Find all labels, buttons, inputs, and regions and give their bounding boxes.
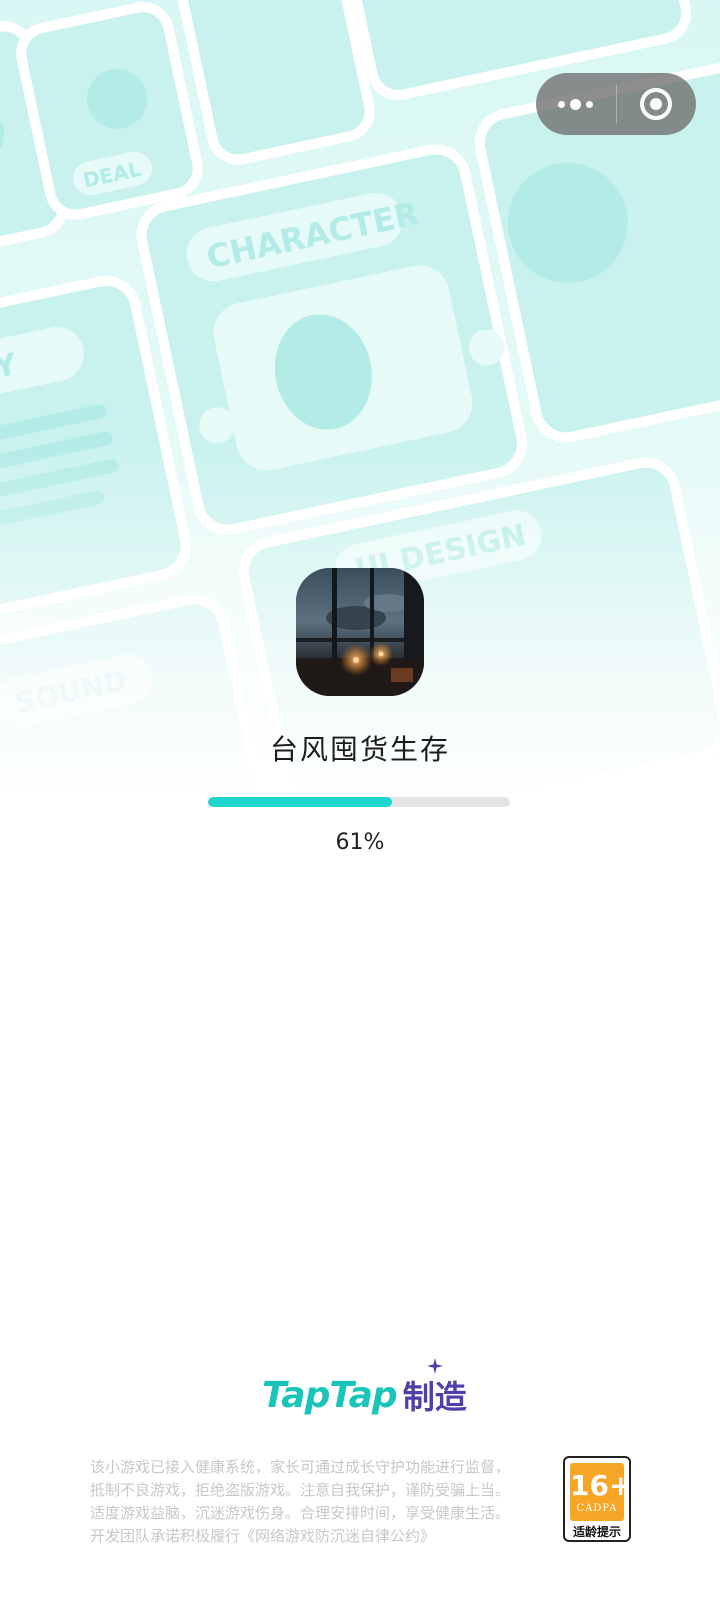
age-rating-org: CADPA <box>576 1503 618 1514</box>
notice-line: 适度游戏益脑，沉迷游戏伤身。合理安排时间，享受健康生活。 <box>90 1504 511 1522</box>
loading-progress-bar <box>208 797 510 807</box>
game-title: 台风囤货生存 <box>269 733 450 766</box>
more-button[interactable] <box>536 73 616 135</box>
brand-name: TapTap <box>262 1374 398 1416</box>
more-dots-icon <box>558 98 594 110</box>
age-rating-block: 16+ CADPA <box>570 1463 631 1521</box>
close-button[interactable] <box>617 73 697 135</box>
sparkle-icon <box>426 1358 443 1374</box>
age-rating-tip: 适龄提示 <box>572 1525 621 1539</box>
loading-progress-text: 61% <box>335 830 385 855</box>
brand-suffix: 制造 <box>402 1358 467 1418</box>
brand-suffix-text: 制造 <box>402 1378 467 1416</box>
age-rating-number: 16+ <box>570 1469 631 1502</box>
game-icon-image <box>296 568 424 696</box>
notice-line: 抵制不良游戏，拒绝盗版游戏。注意自我保护，谨防受骗上当。 <box>90 1481 511 1499</box>
game-icon <box>296 568 424 696</box>
health-notice: 该小游戏已接入健康系统，家长可通过成长守护功能进行监督， 抵制不良游戏，拒绝盗版… <box>90 1456 540 1548</box>
target-close-icon <box>640 88 673 120</box>
capsule-menu <box>536 73 696 135</box>
notice-line: 开发团队承诺积极履行《网络游戏防沉迷自律公约》 <box>90 1527 436 1545</box>
age-rating-badge[interactable]: 16+ CADPA 适龄提示 <box>563 1456 631 1542</box>
notice-line: 该小游戏已接入健康系统，家长可通过成长守护功能进行监督， <box>90 1458 511 1476</box>
taptap-brand-logo: TapTap 制造 <box>262 1358 467 1420</box>
loading-progress-fill <box>208 797 393 807</box>
